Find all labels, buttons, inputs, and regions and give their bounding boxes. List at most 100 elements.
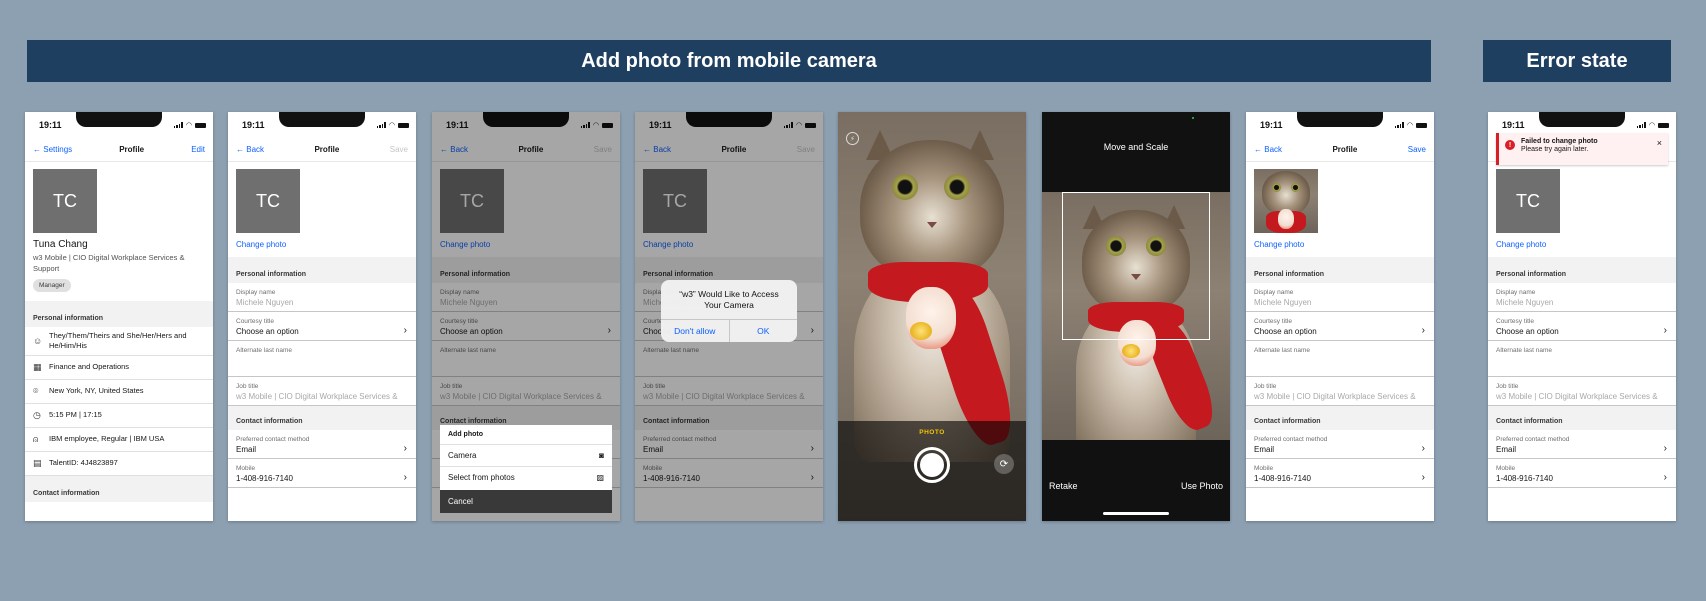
battery-icon [398, 122, 409, 128]
field-label: Display name [236, 289, 276, 296]
ok-button[interactable]: OK [730, 320, 798, 342]
phone-error-state: 19:11◠← BackProfileSaveTCChange photoPer… [1488, 112, 1676, 521]
phone-edit-profile: 19:11 ◠ ← Back Profile Save TC Change photo Per… [228, 112, 416, 521]
field-label: Display name [1496, 289, 1536, 296]
info-row-text: Finance and Operations [49, 362, 130, 372]
close-icon[interactable]: × [1657, 138, 1662, 148]
field-label: Mobile [1254, 465, 1274, 472]
avatar: TC [236, 169, 300, 233]
section-personal-info: Personal information [1488, 257, 1676, 283]
back-label: Back [246, 145, 265, 154]
back-button[interactable]: ← Back [236, 145, 264, 154]
field-label: Preferred contact method [236, 436, 310, 443]
role-tag: Manager [33, 279, 71, 292]
nav-bar: ← Back Profile Save [228, 138, 416, 162]
field-label: Display name [1254, 289, 1294, 296]
field-label: Alternate last name [1496, 347, 1553, 354]
preferred-contact-select[interactable]: Preferred contact method Email › [1246, 430, 1434, 459]
field-label: Job title [236, 383, 259, 390]
section-contact-info: Contact information [1246, 406, 1434, 430]
field-label: Job title [1496, 383, 1519, 390]
field-value: Choose an option [1496, 327, 1559, 336]
clock-icon: ◷ [33, 409, 41, 420]
field-value: Michele Nguyen [1496, 298, 1554, 307]
select-photos-option[interactable]: Select from photos ▨ [440, 466, 612, 488]
switch-camera-icon[interactable]: ⟳ [994, 454, 1014, 474]
notch [279, 112, 365, 127]
courtesy-title-select[interactable]: Courtesy title Choose an option › [1246, 312, 1434, 341]
camera-icon: ◙ [599, 451, 604, 460]
flash-icon[interactable]: ⚡ [846, 132, 859, 145]
camera-option[interactable]: Camera ◙ [440, 444, 612, 466]
back-settings-button[interactable]: ← Settings [33, 145, 72, 154]
field-label: Alternate last name [1254, 347, 1311, 354]
section-contact-info: Contact information [228, 406, 416, 430]
battery-icon [1658, 122, 1669, 128]
use-photo-button[interactable]: Use Photo [1181, 481, 1223, 491]
field-value: Email [236, 445, 257, 454]
retake-button[interactable]: Retake [1049, 481, 1078, 491]
dont-allow-button[interactable]: Don't allow [661, 320, 730, 343]
phone-camera: ⚡ PHOTO ⟳ [838, 112, 1026, 521]
photo-mode-label[interactable]: PHOTO [838, 429, 1026, 436]
chevron-right-icon: › [403, 325, 407, 336]
job-title-field[interactable]: Job title w3 Mobile | CIO Digital Workpla… [1488, 377, 1676, 406]
preferred-contact-select[interactable]: Preferred contact method Email › [228, 430, 416, 459]
wifi-icon: ◠ [1406, 121, 1413, 129]
profile-name: Tuna Chang [33, 239, 88, 250]
chevron-right-icon: › [1421, 325, 1425, 336]
notch [76, 112, 162, 127]
save-button[interactable]: Save [390, 145, 408, 154]
change-photo-link[interactable]: Change photo [1496, 240, 1676, 249]
section-personal-info: Personal information [228, 257, 416, 283]
status-bar: 19:11 ◠ [228, 112, 416, 138]
alternate-last-name-field[interactable]: Alternate last name [1246, 341, 1434, 377]
info-row: ▤ TalentID: 4J4823897 [25, 452, 213, 476]
shutter-button[interactable] [914, 447, 950, 483]
preferred-contact-select[interactable]: Preferred contact method Email › [1488, 430, 1676, 459]
battery-icon [1416, 122, 1427, 128]
display-name-field[interactable]: Display name Michele Nguyen [228, 283, 416, 312]
mobile-field[interactable]: Mobile 1-408-916-7140 › [228, 459, 416, 488]
status-icons: ◠ [173, 122, 206, 129]
mobile-field[interactable]: Mobile 1-408-916-7140 › [1488, 459, 1676, 488]
change-photo-link[interactable]: Change photo [236, 240, 416, 249]
nav-bar: ← Back Profile Save [1246, 138, 1434, 162]
camera-permission-alert: “w3” Would Like to Access Your Camera Don… [661, 280, 798, 343]
chevron-right-icon: › [403, 472, 407, 483]
status-icons: ◠ [1636, 122, 1669, 129]
field-value: Email [1254, 445, 1275, 454]
image-icon: ▨ [596, 473, 604, 482]
display-name-field[interactable]: Display name Michele Nguyen [1488, 283, 1676, 312]
change-photo-link[interactable]: Change photo [1254, 240, 1434, 249]
status-time: 19:11 [242, 120, 265, 130]
field-label: Preferred contact method [1496, 436, 1570, 443]
field-value: w3 Mobile | CIO Digital Workplace Servic… [1254, 392, 1416, 401]
back-button[interactable]: ← Back [1254, 145, 1282, 154]
status-icons: ◠ [1394, 121, 1427, 129]
field-label: Preferred contact method [1254, 436, 1328, 443]
field-value: Email [1496, 445, 1517, 454]
field-value: 1-408-916-7140 [1254, 474, 1311, 483]
mobile-field[interactable]: Mobile 1-408-916-7140 › [1246, 459, 1434, 488]
status-bar: 19:11 ◠ [1246, 112, 1434, 138]
crop-frame[interactable] [1062, 192, 1210, 340]
display-name-field[interactable]: Display name Michele Nguyen [1246, 283, 1434, 312]
courtesy-title-select[interactable]: Courtesy title Choose an option › [1488, 312, 1676, 341]
edit-button[interactable]: Edit [191, 145, 205, 154]
field-value: 1-408-916-7140 [236, 474, 293, 483]
courtesy-title-select[interactable]: Courtesy title Choose an option › [228, 312, 416, 341]
toast-title: Failed to change photo [1521, 138, 1598, 145]
signal-icon [1394, 122, 1404, 128]
save-button[interactable]: Save [1408, 145, 1426, 154]
cancel-button[interactable]: Cancel [440, 490, 612, 513]
alternate-last-name-field[interactable]: Alternate last name [1488, 341, 1676, 377]
job-title-field[interactable]: Job title w3 Mobile | CIO Digital Workpla… [228, 377, 416, 406]
job-title-field[interactable]: Job title w3 Mobile | CIO Digital Workpla… [1246, 377, 1434, 406]
field-label: Mobile [1496, 465, 1516, 472]
field-value: 1-408-916-7140 [1496, 474, 1553, 483]
phone-add-photo-sheet: 19:11 ◠ ← Back Profile Save TC Change photo Per… [432, 112, 620, 521]
info-row-text: IBM employee, Regular | IBM USA [49, 434, 165, 444]
notch [1539, 112, 1625, 127]
alternate-last-name-field[interactable]: Alternate last name [228, 341, 416, 377]
